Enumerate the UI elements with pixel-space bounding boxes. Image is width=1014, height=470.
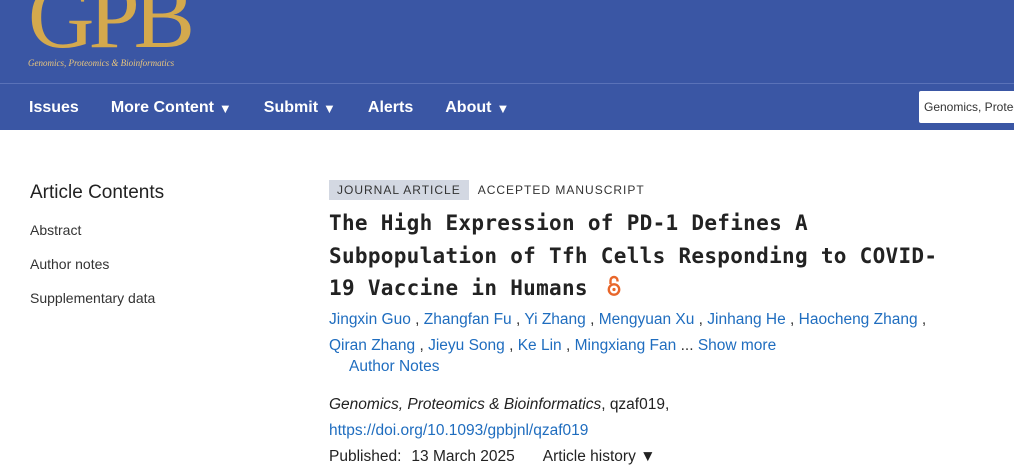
search-scope-select[interactable]: Genomics, Proteomics — [919, 91, 1014, 123]
article-title-text: The High Expression of PD-1 Defines A Su… — [329, 211, 938, 300]
sidebar-title: Article Contents — [30, 182, 165, 203]
sidebar-item-author-notes[interactable]: Author notes — [30, 256, 164, 272]
show-more-authors-link[interactable]: Show more — [698, 337, 776, 354]
author-link[interactable]: Yi Zhang — [524, 311, 585, 328]
published-date: 13 March 2025 — [411, 447, 515, 465]
nav-label: About — [445, 99, 492, 116]
author-link[interactable]: Mengyuan Xu — [599, 311, 695, 328]
nav-item-alerts[interactable]: Alerts — [368, 99, 413, 117]
article-title: The High Expression of PD-1 Defines A Su… — [329, 207, 949, 307]
author-link[interactable]: Qiran Zhang — [329, 337, 415, 354]
author-notes-link[interactable]: Author Notes — [349, 358, 969, 376]
journal-name: Genomics, Proteomics & Bioinformatics — [329, 395, 602, 413]
main-nav: Issues More Content ▼ Submit ▼ Alerts Ab… — [0, 90, 541, 126]
logo-subtitle: Genomics, Proteomics & Bioinformatics — [28, 58, 175, 68]
author-link[interactable]: Zhangfan Fu — [424, 311, 512, 328]
author-link[interactable]: Haocheng Zhang — [799, 311, 918, 328]
gpb-logo[interactable]: GPB — [28, 0, 195, 67]
article-history-toggle[interactable]: Article history ▼ — [543, 444, 656, 470]
author-ellipsis: ... — [680, 336, 694, 354]
nav-label: Submit — [263, 99, 319, 116]
caret-down-icon: ▼ — [218, 100, 232, 116]
header-divider — [0, 83, 1014, 84]
nav-label: Alerts — [367, 99, 414, 116]
citation-block: Genomics, Proteomics & Bioinformatics, q… — [329, 392, 969, 470]
nav-label: More Content — [110, 99, 214, 116]
nav-label: Issues — [29, 99, 79, 116]
author-link[interactable]: Jieyu Song — [428, 337, 505, 354]
author-link[interactable]: Mingxiang Fan — [575, 337, 677, 354]
author-link[interactable]: Ke Lin — [518, 337, 562, 354]
caret-down-icon: ▼ — [496, 100, 510, 116]
article-tags: JOURNAL ARTICLE ACCEPTED MANUSCRIPT — [329, 180, 969, 200]
caret-down-icon: ▼ — [323, 100, 336, 116]
article-status-label: ACCEPTED MANUSCRIPT — [477, 183, 645, 197]
article-contents-sidebar: Article Contents Abstract Author notes S… — [30, 182, 164, 324]
logo-text: GPB — [28, 0, 195, 67]
open-access-icon — [607, 274, 621, 307]
article-main: JOURNAL ARTICLE ACCEPTED MANUSCRIPT The … — [329, 180, 969, 470]
published-row: Published: 13 March 2025 Article history… — [329, 444, 969, 470]
published-label: Published: — [329, 447, 402, 465]
author-link[interactable]: Jinhang He — [707, 311, 785, 328]
site-header: GPB Genomics, Proteomics & Bioinformatic… — [0, 0, 1014, 130]
nav-item-more-content[interactable]: More Content ▼ — [111, 99, 232, 117]
sidebar-item-supplementary-data[interactable]: Supplementary data — [30, 290, 164, 306]
nav-item-about[interactable]: About ▼ — [445, 99, 509, 117]
nav-item-issues[interactable]: Issues — [29, 99, 79, 117]
author-list: Jingxin Guo , Zhangfan Fu , Yi Zhang , M… — [329, 310, 927, 354]
article-id: , qzaf019, — [601, 395, 670, 413]
sidebar-item-abstract[interactable]: Abstract — [30, 222, 164, 238]
doi-link[interactable]: https://doi.org/10.1093/gpbjnl/qzaf019 — [329, 418, 969, 444]
author-link[interactable]: Jingxin Guo — [329, 311, 411, 328]
nav-item-submit[interactable]: Submit ▼ — [264, 99, 336, 117]
article-type-badge: JOURNAL ARTICLE — [329, 180, 469, 200]
